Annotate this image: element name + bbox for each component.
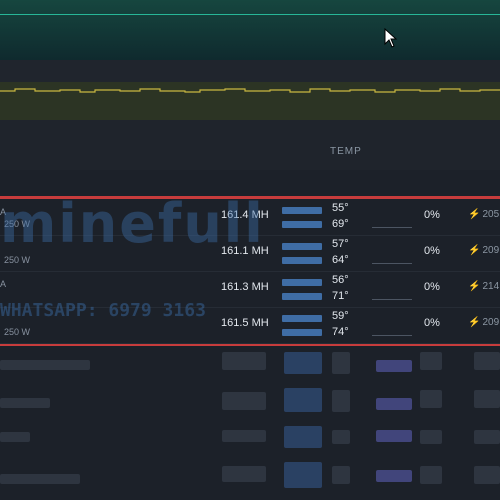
chart-separator	[0, 120, 500, 140]
power-chart	[0, 82, 500, 120]
bolt-icon: ⚡	[468, 209, 481, 220]
core-temp: 57°	[332, 238, 349, 250]
hashrate-chart	[0, 0, 500, 60]
fan-speed: 0%	[424, 317, 440, 329]
core-temp: 55°	[332, 202, 349, 214]
hashrate-value: 161.3 MH	[221, 281, 269, 293]
core-temp-bar	[282, 207, 322, 214]
fan-bar	[372, 335, 412, 336]
mem-temp-bar	[282, 293, 322, 300]
power-limit: 250 W	[4, 327, 31, 337]
fan-speed: 0%	[424, 209, 440, 221]
power-number: 209	[482, 245, 500, 256]
watermark-contact: WHATSAPP: 6979 3163	[0, 300, 206, 321]
fan-bar	[372, 227, 412, 228]
power-value: ⚡ 205	[468, 209, 499, 220]
core-temp: 56°	[332, 274, 349, 286]
power-value: ⚡ 209	[468, 317, 499, 328]
mouse-pointer-icon	[384, 28, 398, 48]
power-number: 214	[482, 281, 500, 292]
mem-temp-bar	[282, 257, 322, 264]
mem-temp: 71°	[332, 290, 349, 302]
core-temp: 59°	[332, 310, 349, 322]
mem-temp: 64°	[332, 254, 349, 266]
core-temp-bar	[282, 279, 322, 286]
power-value: ⚡ 209	[468, 245, 499, 256]
fan-bar	[372, 299, 412, 300]
bolt-icon: ⚡	[468, 281, 481, 292]
mem-temp-bar	[282, 221, 322, 228]
power-number: 209	[482, 317, 500, 328]
mem-temp: 69°	[332, 218, 349, 230]
core-temp-bar	[282, 243, 322, 250]
fan-speed: 0%	[424, 245, 440, 257]
fan-bar	[372, 263, 412, 264]
gpu-name: A	[0, 279, 7, 289]
power-value: ⚡ 214	[468, 281, 499, 292]
bolt-icon: ⚡	[468, 245, 481, 256]
mem-temp: 74°	[332, 326, 349, 338]
fan-speed: 0%	[424, 281, 440, 293]
power-chart-line	[0, 88, 500, 93]
power-number: 205	[482, 209, 500, 220]
temp-column-header[interactable]: TEMP	[330, 146, 362, 157]
mem-temp-bar	[282, 329, 322, 336]
hashrate-value: 161.5 MH	[221, 317, 269, 329]
bolt-icon: ⚡	[468, 317, 481, 328]
table-header-row	[0, 140, 500, 170]
watermark-brand: minefull	[0, 192, 265, 255]
core-temp-bar	[282, 315, 322, 322]
power-limit: 250 W	[4, 255, 31, 265]
chart-separator	[0, 60, 500, 82]
